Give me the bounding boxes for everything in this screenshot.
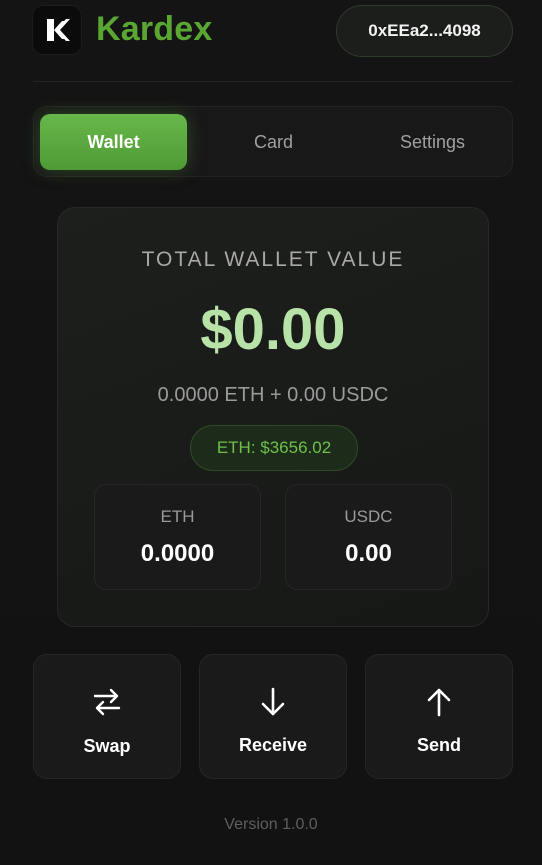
arrow-up-icon bbox=[427, 688, 451, 717]
tab-card[interactable]: Card bbox=[200, 114, 347, 170]
token-eth-amount: 0.0000 bbox=[140, 540, 215, 567]
header-divider bbox=[33, 81, 513, 82]
token-eth-name: ETH bbox=[160, 507, 195, 526]
swap-label: Swap bbox=[83, 736, 131, 756]
swap-button[interactable]: Swap bbox=[33, 654, 181, 779]
k-logo-icon bbox=[33, 6, 81, 54]
header: Kardex 0xEEa2...4098 bbox=[0, 0, 542, 82]
token-eth-box: ETH 0.0000 bbox=[94, 484, 261, 590]
send-button[interactable]: Send bbox=[365, 654, 513, 779]
brand-name: Kardex bbox=[96, 10, 213, 48]
version-text: Version 1.0.0 bbox=[224, 816, 318, 833]
wallet-address-button[interactable]: 0xEEa2...4098 bbox=[336, 5, 513, 57]
tab-bar: Wallet Card Settings bbox=[33, 106, 513, 177]
receive-button[interactable]: Receive bbox=[199, 654, 347, 779]
token-usdc-name: USDC bbox=[344, 507, 393, 526]
swap-icon bbox=[93, 688, 121, 716]
send-label: Send bbox=[416, 735, 461, 755]
balance-card: TOTAL WALLET VALUE $0.00 0.0000 ETH + 0.… bbox=[57, 207, 489, 627]
tab-wallet[interactable]: Wallet bbox=[40, 114, 187, 170]
wallet-popup: Kardex 0xEEa2...4098 Wallet Card Setting… bbox=[0, 0, 542, 865]
k-logo-glyph bbox=[47, 19, 70, 41]
token-usdc-amount: 0.00 bbox=[345, 540, 392, 567]
arrow-down-icon bbox=[261, 687, 285, 716]
token-usdc-box: USDC 0.00 bbox=[285, 484, 452, 590]
balance-breakdown: 0.0000 ETH + 0.00 USDC bbox=[157, 384, 389, 406]
total-wallet-value-label: TOTAL WALLET VALUE bbox=[141, 248, 405, 271]
tab-settings[interactable]: Settings bbox=[359, 114, 506, 170]
total-wallet-value: $0.00 bbox=[200, 297, 346, 362]
eth-price-badge: ETH: $3656.02 bbox=[190, 425, 358, 471]
receive-label: Receive bbox=[238, 735, 308, 755]
